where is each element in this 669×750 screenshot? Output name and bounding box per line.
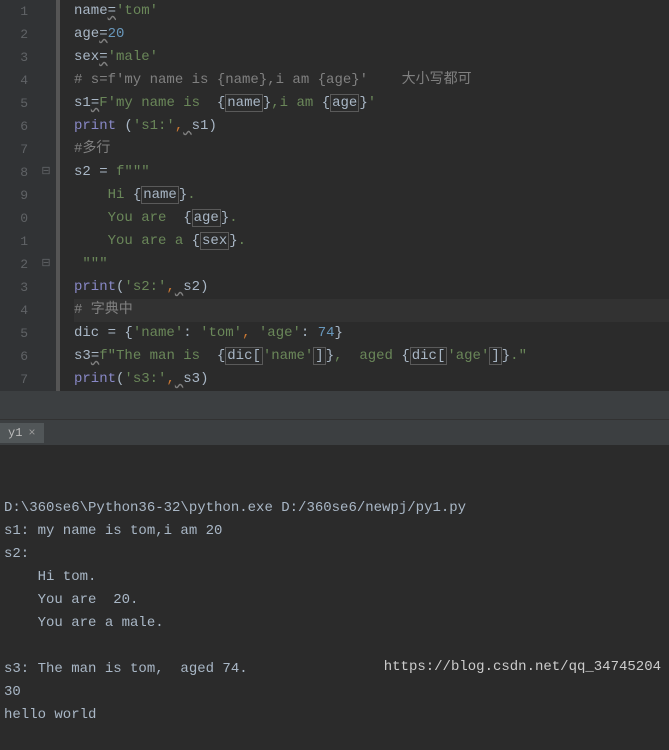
code-line[interactable]: print('s3:', s3)	[74, 368, 669, 391]
line-number: 5	[0, 92, 28, 115]
run-tab-label: y1	[8, 426, 22, 440]
fold-empty	[36, 0, 56, 23]
line-number: 9	[0, 184, 28, 207]
fold-column[interactable]: ⊟⊟	[36, 0, 56, 391]
line-number: 2	[0, 23, 28, 46]
fold-empty	[36, 69, 56, 92]
line-number: 7	[0, 138, 28, 161]
fold-icon[interactable]: ⊟	[36, 253, 56, 276]
code-line[interactable]: print ('s1:', s1)	[74, 115, 669, 138]
code-line[interactable]: #多行	[74, 138, 669, 161]
code-line[interactable]: print('s2:', s2)	[74, 276, 669, 299]
fold-empty	[36, 207, 56, 230]
console-line	[4, 635, 665, 658]
code-line[interactable]: Hi {name}.	[74, 184, 669, 207]
run-tab[interactable]: y1 ×	[0, 423, 44, 443]
line-number: 1	[0, 0, 28, 23]
code-editor[interactable]: 12345678901234567 ⊟⊟ name='tom'age=20sex…	[0, 0, 669, 391]
line-number: 4	[0, 69, 28, 92]
fold-empty	[36, 230, 56, 253]
console-line: hello world	[4, 704, 665, 727]
console-line: D:\360se6\Python36-32\python.exe D:/360s…	[4, 497, 665, 520]
code-line[interactable]: # 字典中	[74, 299, 669, 322]
line-number: 3	[0, 276, 28, 299]
fold-empty	[36, 46, 56, 69]
fold-empty	[36, 345, 56, 368]
fold-empty	[36, 23, 56, 46]
line-number-gutter: 12345678901234567	[0, 0, 36, 391]
code-line[interactable]: You are {age}.	[74, 207, 669, 230]
console-line: s1: my name is tom,i am 20	[4, 520, 665, 543]
code-line[interactable]: sex='male'	[74, 46, 669, 69]
console-line: Hi tom.	[4, 566, 665, 589]
line-number: 8	[0, 161, 28, 184]
line-number: 6	[0, 115, 28, 138]
fold-icon[interactable]: ⊟	[36, 161, 56, 184]
console-output[interactable]: D:\360se6\Python36-32\python.exe D:/360s…	[0, 445, 669, 685]
line-number: 4	[0, 299, 28, 322]
line-number: 2	[0, 253, 28, 276]
line-number: 6	[0, 345, 28, 368]
code-line[interactable]: """	[74, 253, 669, 276]
fold-empty	[36, 322, 56, 345]
run-tab-bar: y1 ×	[0, 419, 669, 445]
line-number: 3	[0, 46, 28, 69]
line-number: 0	[0, 207, 28, 230]
fold-empty	[36, 92, 56, 115]
console-line: s2:	[4, 543, 665, 566]
console-line: You are a male.	[4, 612, 665, 635]
code-line[interactable]: age=20	[74, 23, 669, 46]
console-line: You are 20.	[4, 589, 665, 612]
fold-empty	[36, 138, 56, 161]
code-line[interactable]: s1=F'my name is {name},i am {age}'	[74, 92, 669, 115]
code-line[interactable]: dic = {'name': 'tom', 'age': 74}	[74, 322, 669, 345]
fold-empty	[36, 368, 56, 391]
close-icon[interactable]: ×	[28, 426, 35, 440]
line-number: 5	[0, 322, 28, 345]
fold-empty	[36, 276, 56, 299]
code-area[interactable]: name='tom'age=20sex='male'# s=f'my name …	[60, 0, 669, 391]
line-number: 7	[0, 368, 28, 391]
code-line[interactable]: name='tom'	[74, 0, 669, 23]
code-line[interactable]: You are a {sex}.	[74, 230, 669, 253]
fold-empty	[36, 184, 56, 207]
fold-empty	[36, 299, 56, 322]
fold-empty	[36, 115, 56, 138]
watermark-text: https://blog.csdn.net/qq_34745204	[384, 656, 661, 679]
code-line[interactable]: # s=f'my name is {name},i am {age}' 大小写都…	[74, 69, 669, 92]
console-line: 30	[4, 681, 665, 704]
line-number: 1	[0, 230, 28, 253]
code-line[interactable]: s2 = f"""	[74, 161, 669, 184]
code-line[interactable]: s3=f"The man is {dic['name']}, aged {dic…	[74, 345, 669, 368]
toolbar-strip	[0, 391, 669, 419]
